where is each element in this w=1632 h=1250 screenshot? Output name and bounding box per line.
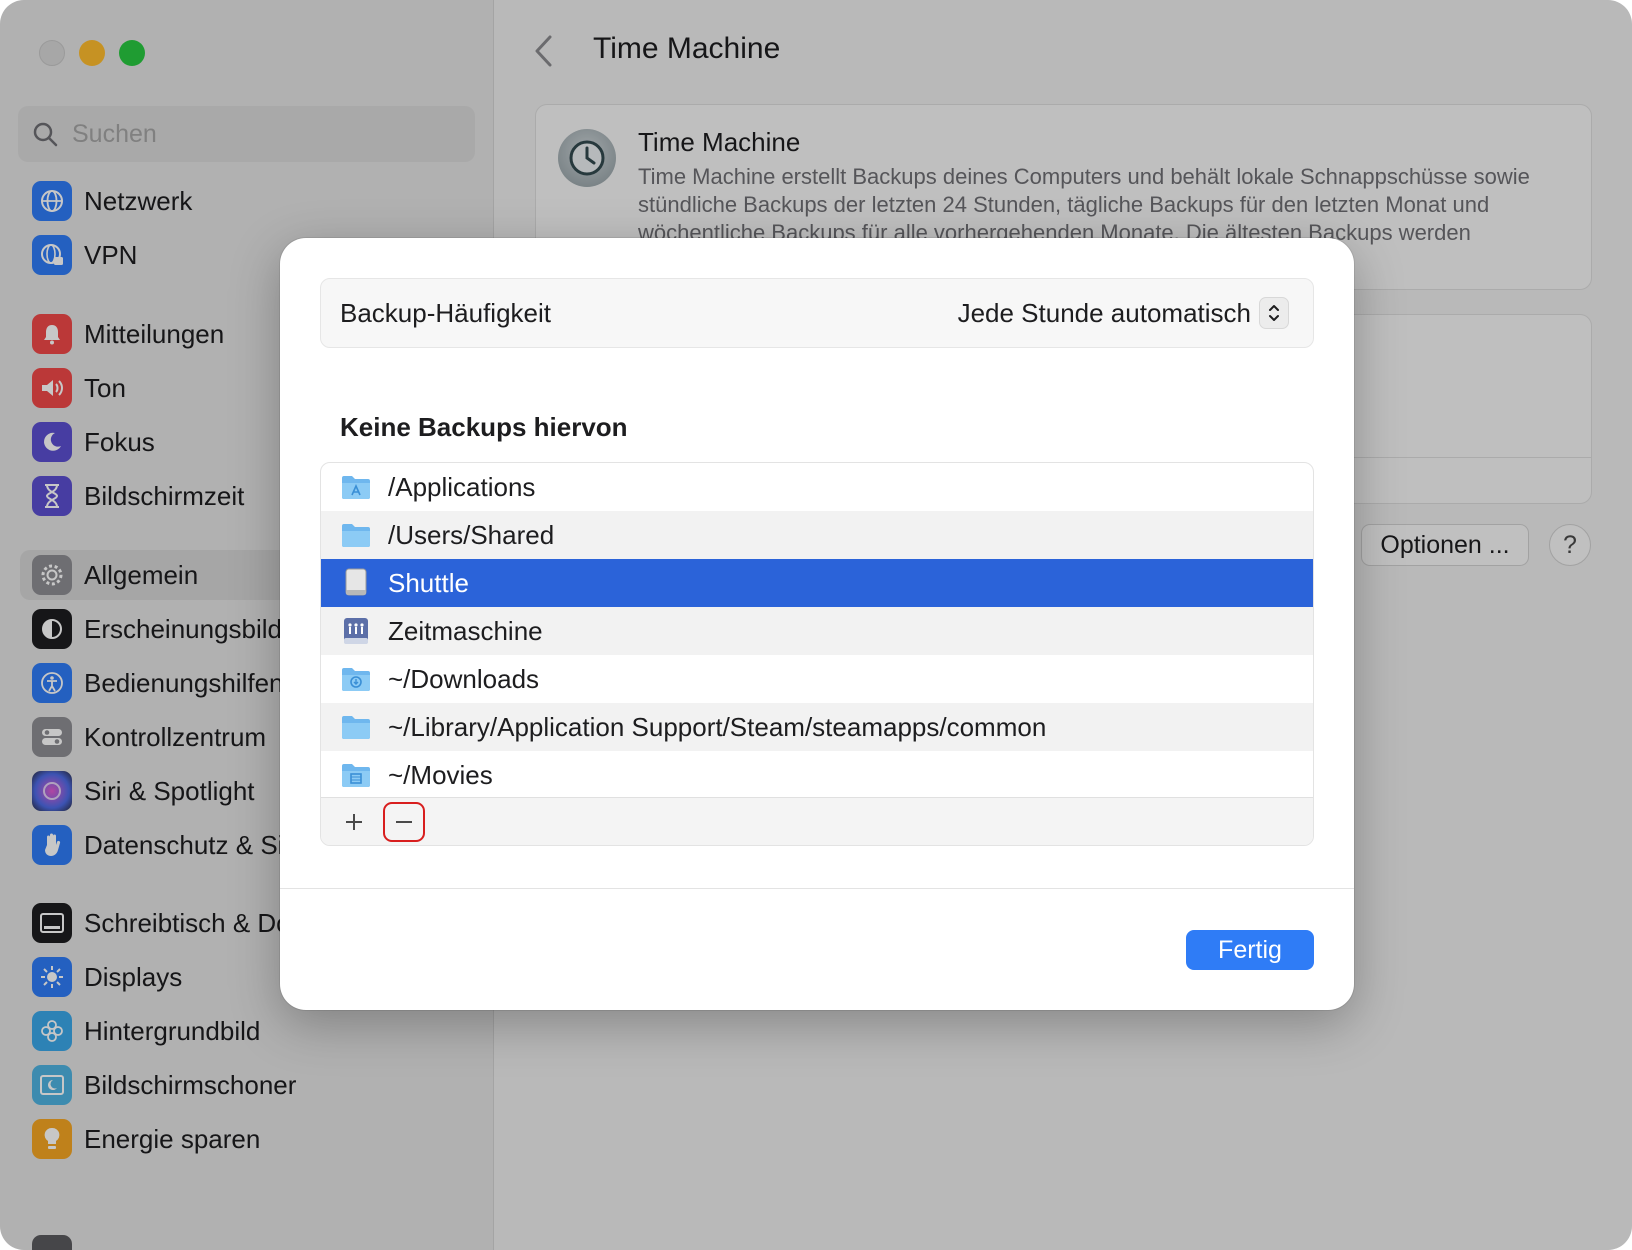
list-item-label: Zeitmaschine	[388, 615, 543, 646]
list-item[interactable]: /Users/Shared	[321, 511, 1313, 559]
list-item-label: ~/Downloads	[388, 663, 540, 694]
minus-icon	[396, 820, 412, 823]
remove-exclusion-button[interactable]	[383, 801, 425, 842]
backup-frequency-row: Backup-Häufigkeit Jede Stunde automatisc…	[320, 278, 1314, 348]
backup-frequency-select[interactable]: Jede Stunde automatisch	[958, 297, 1289, 329]
list-item[interactable]: Zeitmaschine	[321, 607, 1313, 655]
list-item-label: ~/Library/Application Support/Steam/stea…	[388, 711, 1047, 742]
folder-icon	[339, 712, 373, 742]
exclusions-list: /Applications /Users/Shared Shuttle Zeit…	[320, 462, 1314, 846]
list-item-label: ~/Movies	[388, 759, 493, 790]
network-drive-icon	[339, 616, 373, 646]
list-item[interactable]: ~/Movies	[321, 751, 1313, 799]
external-drive-icon	[339, 568, 373, 598]
list-item-label: Shuttle	[388, 567, 469, 598]
add-exclusion-button[interactable]	[333, 802, 375, 842]
list-item-label: /Users/Shared	[388, 519, 555, 550]
exclusions-heading: Keine Backups hiervon	[340, 412, 628, 442]
plus-icon	[346, 813, 362, 830]
movies-folder-icon	[339, 760, 373, 790]
backup-frequency-label: Backup-Häufigkeit	[340, 297, 551, 328]
list-item[interactable]: ~/Downloads	[321, 655, 1313, 703]
list-item[interactable]: /Applications	[321, 463, 1313, 511]
done-button[interactable]: Fertig	[1186, 930, 1314, 970]
downloads-folder-icon	[339, 664, 373, 694]
applications-folder-icon	[339, 472, 373, 502]
list-item-label: /Applications	[388, 471, 536, 502]
settings-window: Suchen Netzwerk VPN Mitteilungen Ton Fok…	[0, 0, 1632, 1250]
up-down-chevron-icon	[1259, 297, 1289, 329]
list-item-selected[interactable]: Shuttle	[321, 559, 1313, 607]
folder-icon	[339, 520, 373, 550]
list-toolbar	[321, 797, 1313, 845]
divider	[280, 888, 1354, 889]
list-item[interactable]: ~/Library/Application Support/Steam/stea…	[321, 703, 1313, 751]
exclusions-sheet: Backup-Häufigkeit Jede Stunde automatisc…	[280, 238, 1354, 1010]
backup-frequency-value: Jede Stunde automatisch	[957, 297, 1251, 328]
